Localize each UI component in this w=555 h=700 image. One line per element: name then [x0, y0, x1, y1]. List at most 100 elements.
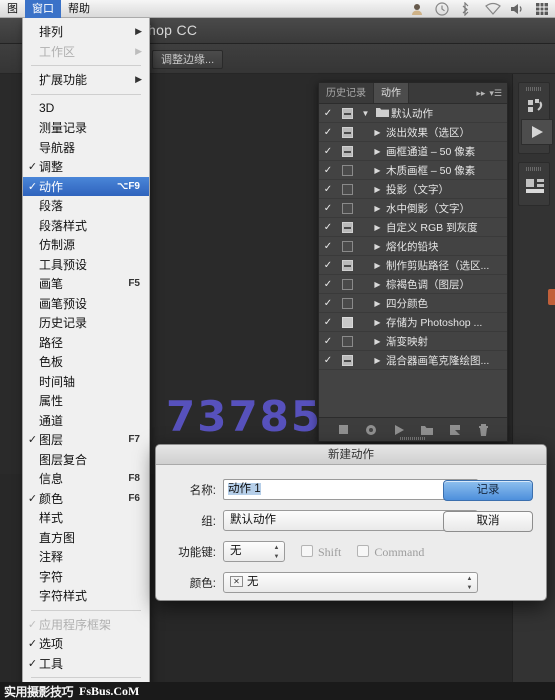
command-checkbox[interactable]: Command [357, 543, 424, 561]
tab-history[interactable]: 历史记录 [319, 83, 374, 103]
properties-icon[interactable] [521, 175, 551, 197]
menu-item[interactable]: 图层复合 [23, 450, 149, 470]
menu-item[interactable]: 样式 [23, 508, 149, 528]
menu-item[interactable]: ✓工具 [23, 654, 149, 674]
volume-icon[interactable] [510, 2, 524, 16]
expander-icon[interactable]: ▶ [369, 166, 386, 175]
expander-icon[interactable]: ▶ [369, 318, 386, 327]
expander-icon[interactable]: ▶ [369, 356, 386, 365]
user-icon[interactable] [410, 2, 424, 16]
menu-item[interactable]: 仿制源 [23, 235, 149, 255]
bluetooth-icon[interactable] [460, 2, 474, 16]
action-toggle-check[interactable]: ✓ [319, 317, 337, 328]
expander-icon[interactable]: ▶ [369, 280, 386, 289]
action-toggle-check[interactable]: ✓ [319, 127, 337, 138]
color-select[interactable]: ✕无▲▼ [223, 572, 478, 593]
menu-item[interactable]: 色板 [23, 352, 149, 372]
action-toggle-check[interactable]: ✓ [319, 222, 337, 233]
action-toggle-check[interactable]: ✓ [319, 260, 337, 271]
action-dialog-toggle[interactable] [337, 222, 357, 233]
menu-item[interactable]: ✓选项 [23, 634, 149, 654]
action-toggle-check[interactable]: ✓ [319, 203, 337, 214]
expander-icon[interactable]: ▼ [357, 109, 374, 118]
menu-item[interactable]: 直方图 [23, 528, 149, 548]
menubar-item-window[interactable]: 窗口 [25, 0, 61, 18]
action-toggle-check[interactable]: ✓ [319, 336, 337, 347]
menu-item[interactable]: ✓调整 [23, 157, 149, 177]
action-dialog-toggle[interactable] [337, 317, 357, 328]
expander-icon[interactable]: ▶ [369, 204, 386, 213]
action-row[interactable]: ✓▶棕褐色调（图层） [319, 275, 507, 294]
new-action-icon[interactable] [448, 423, 462, 437]
menu-item[interactable]: 段落 [23, 196, 149, 216]
action-row[interactable]: ✓▶画框通道 – 50 像素 [319, 142, 507, 161]
action-row[interactable]: ✓▶熔化的铅块 [319, 237, 507, 256]
expander-icon[interactable]: ▶ [369, 223, 386, 232]
double-chevron-right-icon[interactable]: ▸▸ [476, 88, 485, 99]
menu-item[interactable]: ✓动作⌥F9 [23, 177, 149, 197]
expander-icon[interactable]: ▶ [369, 185, 386, 194]
expander-icon[interactable]: ▶ [369, 261, 386, 270]
panel-menu-icon[interactable]: ▾☰ [489, 88, 502, 99]
expander-icon[interactable]: ▶ [369, 147, 386, 156]
action-dialog-toggle[interactable] [337, 184, 357, 195]
action-toggle-check[interactable]: ✓ [319, 184, 337, 195]
name-input[interactable]: 动作 1 [223, 479, 478, 500]
action-row[interactable]: ✓▶制作剪贴路径（选区... [319, 256, 507, 275]
expander-icon[interactable]: ▶ [369, 242, 386, 251]
action-dialog-toggle[interactable] [337, 298, 357, 309]
menu-item[interactable]: 段落样式 [23, 216, 149, 236]
menu-item[interactable]: 信息F8 [23, 469, 149, 489]
action-row[interactable]: ✓▶水中倒影（文字） [319, 199, 507, 218]
new-set-icon[interactable] [420, 423, 434, 437]
action-toggle-check[interactable]: ✓ [319, 108, 337, 119]
menu-item[interactable]: 扩展功能▶ [23, 70, 149, 90]
action-dialog-toggle[interactable] [337, 127, 357, 138]
action-row[interactable]: ✓▶木质画框 – 50 像素 [319, 161, 507, 180]
dock-grip[interactable] [526, 87, 542, 91]
action-dialog-toggle[interactable] [337, 260, 357, 271]
menu-item[interactable]: ✓颜色F6 [23, 489, 149, 509]
expander-icon[interactable]: ▶ [369, 299, 386, 308]
menu-item[interactable]: 工具预设 [23, 255, 149, 275]
menu-item[interactable]: 时间轴 [23, 372, 149, 392]
menu-item[interactable]: 导航器 [23, 138, 149, 158]
expander-icon[interactable]: ▶ [369, 128, 386, 137]
wifi-icon[interactable] [485, 2, 499, 16]
menu-item[interactable]: 排列▶ [23, 22, 149, 42]
stop-icon[interactable] [336, 423, 350, 437]
menu-item[interactable]: 字符 [23, 567, 149, 587]
tab-actions[interactable]: 动作 [374, 83, 409, 103]
set-select[interactable]: 默认动作▲▼ [223, 510, 478, 531]
panel-resize-grip[interactable] [400, 437, 426, 440]
shift-checkbox[interactable]: Shift [301, 543, 341, 561]
action-row[interactable]: ✓▶混合器画笔克隆绘图... [319, 351, 507, 370]
clock-icon[interactable] [435, 2, 449, 16]
action-dialog-toggle[interactable] [337, 336, 357, 347]
actions-list[interactable]: ✓▼默认动作✓▶淡出效果（选区）✓▶画框通道 – 50 像素✓▶木质画框 – 5… [319, 104, 507, 417]
action-toggle-check[interactable]: ✓ [319, 241, 337, 252]
action-dialog-toggle[interactable] [337, 108, 357, 119]
action-toggle-check[interactable]: ✓ [319, 298, 337, 309]
dock-grip-2[interactable] [526, 167, 542, 171]
action-dialog-toggle[interactable] [337, 241, 357, 252]
delete-icon[interactable] [476, 423, 490, 437]
action-dialog-toggle[interactable] [337, 355, 357, 366]
input-method-icon[interactable] [535, 2, 549, 16]
menu-item[interactable]: 注释 [23, 547, 149, 567]
menu-item[interactable]: ✓图层F7 [23, 430, 149, 450]
menu-item[interactable]: 历史记录 [23, 313, 149, 333]
action-toggle-check[interactable]: ✓ [319, 279, 337, 290]
history-icon[interactable] [521, 95, 551, 117]
action-row[interactable]: ✓▶渐变映射 [319, 332, 507, 351]
expander-icon[interactable]: ▶ [369, 337, 386, 346]
menu-item[interactable]: 字符样式 [23, 586, 149, 606]
action-dialog-toggle[interactable] [337, 165, 357, 176]
menu-item[interactable]: 通道 [23, 411, 149, 431]
menu-item[interactable]: 路径 [23, 333, 149, 353]
action-toggle-check[interactable]: ✓ [319, 165, 337, 176]
action-row[interactable]: ✓▶淡出效果（选区） [319, 123, 507, 142]
menu-item[interactable]: 画笔预设 [23, 294, 149, 314]
fkey-select[interactable]: 无▲▼ [223, 541, 285, 562]
action-toggle-check[interactable]: ✓ [319, 146, 337, 157]
